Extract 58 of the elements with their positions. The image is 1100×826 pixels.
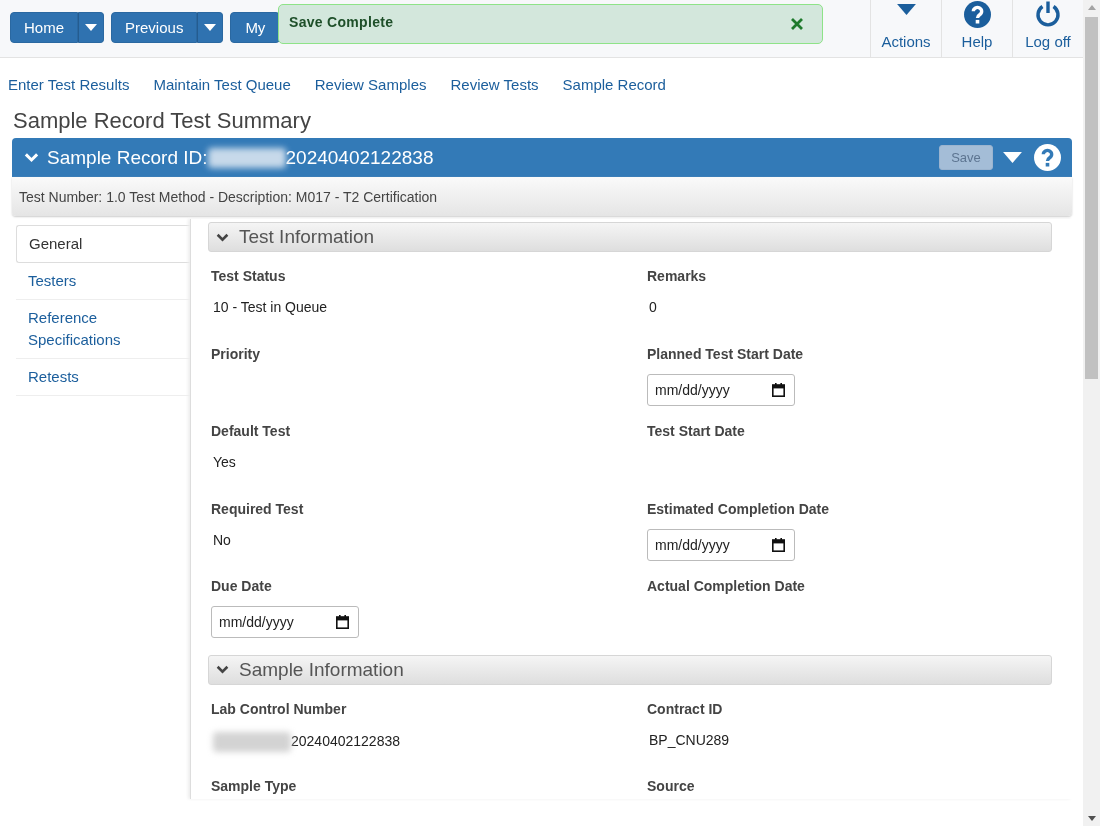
field-label: Remarks	[647, 267, 708, 285]
nav-button[interactable]: Previous	[111, 12, 198, 43]
side-tab[interactable]: General	[16, 225, 190, 263]
field-value: 0	[649, 299, 657, 315]
calendar-icon	[772, 537, 785, 552]
caret-icon	[204, 24, 217, 31]
section-header[interactable]: Test Information	[208, 222, 1052, 252]
field-label: Required Test	[211, 499, 305, 518]
date-field[interactable]: mm/dd/yyyy	[647, 528, 795, 561]
field-value: 10 - Test in Queue	[213, 299, 328, 315]
notification-message: Save Complete	[289, 14, 394, 30]
nav-link[interactable]: Enter Test Results	[8, 76, 130, 94]
field-label: Test Status	[211, 267, 287, 285]
nav-link[interactable]: Sample Record	[562, 76, 666, 94]
nav-link[interactable]: Review Samples	[314, 76, 427, 94]
side-tab[interactable]: Reference Specifications	[16, 300, 190, 359]
page-title: Sample Record Test Summary	[12, 107, 312, 135]
field-label: Lab Control Number	[211, 699, 348, 718]
side-tab[interactable]: Testers	[16, 263, 190, 300]
caret-icon	[85, 24, 97, 31]
calendar-icon	[336, 615, 349, 629]
field-value: 20240402122838	[291, 732, 400, 749]
date-field[interactable]: mm/dd/yyyy	[211, 606, 359, 638]
side-tab[interactable]: Retests	[16, 359, 190, 396]
field-value: No	[213, 531, 231, 548]
test-summary: Test Number: 1.0 Test Method - Description: M017 - T2 Certification	[19, 189, 438, 205]
field-label: Source	[647, 777, 696, 795]
calendar-icon	[772, 382, 785, 397]
field-label: Sample Type	[211, 777, 298, 795]
close-icon[interactable]	[790, 17, 804, 31]
record-id-label: Sample Record ID:	[47, 146, 208, 169]
nav-button[interactable]: My	[230, 12, 281, 43]
field-label: Contract ID	[647, 699, 724, 718]
section-header[interactable]: Sample Information	[208, 654, 1052, 685]
record-id: 20240402122838	[285, 146, 434, 169]
field-label: Actual Completion Date	[647, 577, 806, 595]
date-field[interactable]: mm/dd/yyyy	[647, 373, 795, 406]
dropdown-button[interactable]	[78, 12, 104, 43]
scroll-down-icon[interactable]	[1087, 816, 1096, 821]
field-label: Default Test	[211, 422, 292, 440]
nav-link[interactable]: Review Tests	[450, 76, 539, 94]
help-icon	[1034, 144, 1061, 171]
nav-link[interactable]: Maintain Test Queue	[153, 76, 291, 94]
toolbar-button[interactable]: Help	[941, 0, 1012, 57]
power-icon	[1034, 0, 1062, 28]
nav-button[interactable]: Home	[10, 12, 78, 43]
field-label: Planned Test Start Date	[647, 344, 805, 363]
caret-icon	[1003, 152, 1022, 163]
toolbar-button[interactable]: Actions	[870, 0, 941, 57]
field-label: Priority	[211, 344, 261, 363]
scrollbar-thumb[interactable]	[1085, 17, 1098, 379]
field-label: Test Start Date	[647, 422, 746, 440]
field-value: BP_CNU289	[649, 731, 730, 748]
caret-icon	[896, 4, 916, 15]
field-value: Yes	[213, 454, 236, 470]
field-label: Estimated Completion Date	[647, 499, 831, 518]
dropdown-button[interactable]	[197, 12, 224, 43]
field-label: Due Date	[211, 577, 273, 595]
